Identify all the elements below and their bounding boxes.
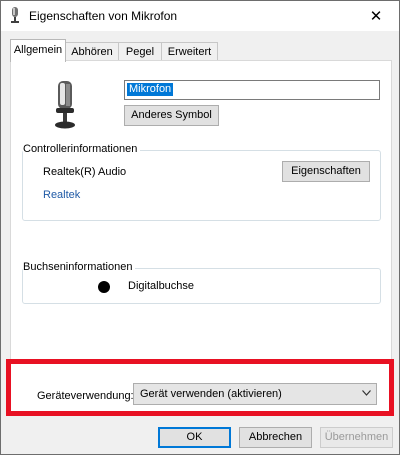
controller-properties-button[interactable]: Eigenschaften (282, 161, 370, 182)
device-name-input[interactable]: Mikrofon (124, 80, 380, 100)
tab-pegel[interactable]: Pegel (118, 42, 162, 61)
vendor-link[interactable]: Realtek (43, 189, 80, 201)
jack-name: Digitalbuchse (128, 280, 195, 292)
jack-info-group: Buchseninformationen Digitalbuchse (22, 261, 381, 304)
controller-info-label: Controllerinformationen (23, 143, 141, 155)
cancel-button[interactable]: Abbrechen (239, 427, 312, 448)
jack-color-dot (98, 281, 110, 293)
tab-erweitert[interactable]: Erweitert (161, 42, 218, 61)
tab-abhoeren[interactable]: Abhören (65, 42, 119, 61)
close-button[interactable]: ✕ (353, 1, 399, 31)
change-icon-button[interactable]: Anderes Symbol (124, 105, 219, 126)
title-bar: Eigenschaften von Mikrofon ✕ (1, 1, 399, 31)
device-name-value: Mikrofon (127, 83, 174, 96)
window-title: Eigenschaften von Mikrofon (29, 9, 178, 23)
controller-name: Realtek(R) Audio (43, 166, 127, 178)
dialog-button-bar: OK Abbrechen Übernehmen (1, 421, 399, 454)
highlight-annotation (6, 359, 394, 416)
ok-button[interactable]: OK (158, 427, 231, 448)
apply-button[interactable]: Übernehmen (320, 427, 393, 448)
microphone-icon (11, 7, 19, 23)
microphone-device-icon (55, 81, 75, 129)
close-icon: ✕ (369, 8, 383, 25)
properties-dialog: Eigenschaften von Mikrofon ✕ Allgemein A… (0, 0, 400, 455)
jack-info-label: Buchseninformationen (23, 261, 136, 273)
controller-info-group: Controllerinformationen Realtek(R) Audio… (22, 143, 381, 221)
tab-allgemein[interactable]: Allgemein (10, 39, 66, 62)
